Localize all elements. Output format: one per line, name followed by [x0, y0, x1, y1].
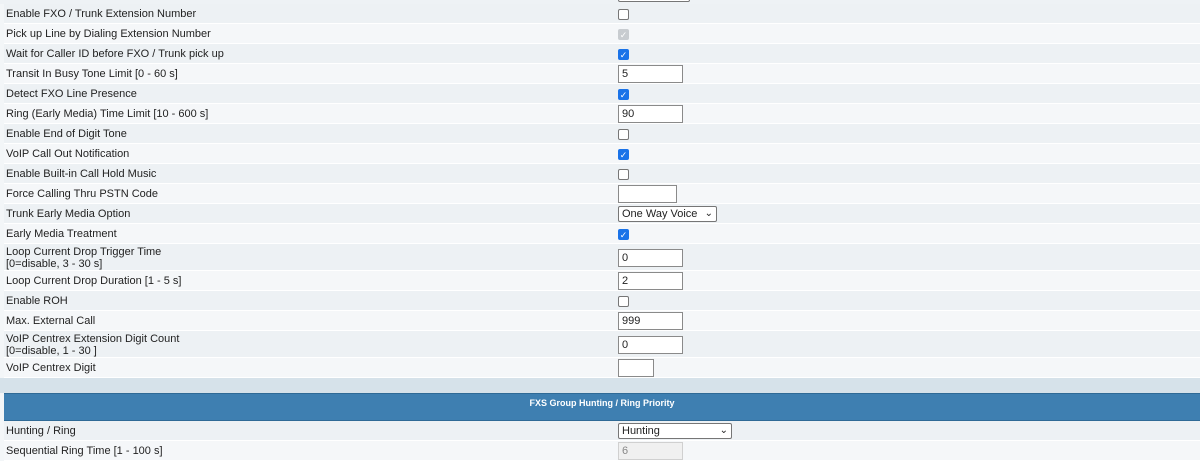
setting-label: Trunk Early Media Option: [6, 208, 130, 220]
setting-row-enable-fxo-trunk-extension-number: Enable FXO / Trunk Extension Number: [4, 4, 1200, 24]
setting-label-text: Enable ROH: [6, 295, 68, 307]
setting-row-max-external-call: Max. External Call 999: [4, 311, 1200, 331]
voip-centrex-extension-digit-count-input[interactable]: 0: [618, 336, 683, 354]
setting-row-sequential-ring-time-1-100-s: Sequential Ring Time [1 - 100 s] 6: [4, 441, 1200, 461]
pick-up-line-by-dialing-extension-number-checkbox: ✓: [618, 29, 629, 40]
setting-row-detect-fxo-line-presence: Detect FXO Line Presence ✓: [4, 84, 1200, 104]
early-media-treatment-checkbox[interactable]: ✓: [618, 229, 629, 240]
setting-label: Transit In Busy Tone Limit [0 - 60 s]: [6, 68, 178, 80]
setting-label: Enable Built-in Call Hold Music: [6, 168, 156, 180]
setting-row-hunting-ring: Hunting / Ring Hunting ⌄: [4, 421, 1200, 441]
enable-built-in-call-hold-music-checkbox[interactable]: [618, 169, 629, 180]
setting-label-range: [0=disable, 1 - 30 ]: [6, 345, 97, 357]
setting-label: VoIP Centrex Digit: [6, 362, 96, 374]
fxs-section-header: FXS Group Hunting / Ring Priority: [4, 393, 1200, 421]
checkmark-icon: ✓: [619, 230, 628, 240]
setting-row-enable-built-in-call-hold-music: Enable Built-in Call Hold Music: [4, 164, 1200, 184]
setting-label-text: Hunting / Ring: [6, 425, 76, 437]
chevron-down-icon: ⌄: [704, 208, 713, 219]
loop-current-drop-trigger-time-input[interactable]: 0: [618, 249, 683, 267]
setting-label: Enable FXO / Trunk Extension Number: [6, 8, 196, 20]
setting-row-wait-for-caller-id-before-fxo-trunk-pick-up: Wait for Caller ID before FXO / Trunk pi…: [4, 44, 1200, 64]
ring-early-media-time-limit-10-600-s-input[interactable]: 90: [618, 105, 683, 123]
hunting-ring-select[interactable]: Hunting ⌄: [618, 423, 732, 439]
setting-label: Hunting / Ring: [6, 425, 76, 437]
setting-label: VoIP Centrex Extension Digit Count [0=dis…: [6, 333, 179, 357]
transit-in-busy-tone-limit-0-60-s-input[interactable]: 5: [618, 65, 683, 83]
setting-label-text: Sequential Ring Time [1 - 100 s]: [6, 445, 163, 457]
setting-label-text: Enable End of Digit Tone: [6, 128, 127, 140]
setting-label-text: Wait for Caller ID before FXO / Trunk pi…: [6, 48, 224, 60]
select-value: Hunting: [622, 425, 660, 437]
setting-row-loop-current-drop-trigger-time: Loop Current Drop Trigger Time [0=disable…: [4, 244, 1200, 271]
fxs-settings-table: Hunting / Ring Hunting ⌄ Sequential Ring Ti…: [4, 421, 1200, 461]
chevron-down-icon: ⌄: [719, 425, 728, 436]
setting-label-text: VoIP Call Out Notification: [6, 148, 130, 160]
setting-label-text: Pick up Line by Dialing Extension Number: [6, 28, 211, 40]
setting-label: Loop Current Drop Trigger Time [0=disable…: [6, 246, 161, 270]
enable-roh-checkbox[interactable]: [618, 296, 629, 307]
setting-row-transit-in-busy-tone-limit-0-60-s: Transit In Busy Tone Limit [0 - 60 s] 5: [4, 64, 1200, 84]
setting-label: VoIP Call Out Notification: [6, 148, 129, 160]
setting-label-text: Early Media Treatment: [6, 228, 117, 240]
loop-current-drop-duration-1-5-s-input[interactable]: 2: [618, 272, 683, 290]
setting-label: Enable End of Digit Tone: [6, 128, 127, 140]
setting-row-force-calling-thru-pstn-code: Force Calling Thru PSTN Code: [4, 184, 1200, 204]
setting-label-text: Loop Current Drop Duration [1 - 5 s]: [6, 275, 182, 287]
setting-label-text: VoIP Centrex Digit: [6, 362, 96, 374]
select-value: One Way Voice: [622, 208, 698, 220]
setting-label-text: Max. External Call: [6, 315, 96, 327]
setting-label: Loop Current Drop Duration [1 - 5 s]: [6, 275, 181, 287]
setting-label-text: Enable Built-in Call Hold Music: [6, 168, 157, 180]
setting-label: Ring (Early Media) Time Limit [10 - 600 …: [6, 108, 208, 120]
max-external-call-input[interactable]: 999: [618, 312, 683, 330]
checkmark-icon: ✓: [619, 50, 628, 60]
setting-row-voip-centrex-extension-digit-count: VoIP Centrex Extension Digit Count [0=dis…: [4, 331, 1200, 358]
fxs-section-title: FXS Group Hunting / Ring Priority: [529, 398, 675, 408]
checkmark-icon: ✓: [619, 30, 628, 40]
enable-end-of-digit-tone-checkbox[interactable]: [618, 129, 629, 140]
setting-label-range: [0=disable, 3 - 30 s]: [6, 258, 103, 270]
setting-label-text: Detect FXO Line Presence: [6, 88, 137, 100]
setting-label: Pick up Line by Dialing Extension Number: [6, 28, 211, 40]
setting-row-voip-centrex-digit: VoIP Centrex Digit: [4, 358, 1200, 378]
setting-label-text: VoIP Centrex Extension Digit Count: [6, 333, 180, 345]
setting-row-enable-end-of-digit-tone: Enable End of Digit Tone: [4, 124, 1200, 144]
enable-fxo-trunk-extension-number-checkbox[interactable]: [618, 9, 629, 20]
setting-row-pick-up-line-by-dialing-extension-number: Pick up Line by Dialing Extension Number…: [4, 24, 1200, 44]
wait-for-caller-id-before-fxo-trunk-pick-up-checkbox[interactable]: ✓: [618, 49, 629, 60]
setting-label: Max. External Call: [6, 315, 95, 327]
setting-label-text: Trunk Early Media Option: [6, 208, 131, 220]
setting-label: Enable ROH: [6, 295, 68, 307]
setting-label: Force Calling Thru PSTN Code: [6, 188, 158, 200]
setting-row-ring-early-media-time-limit-10-600-s: Ring (Early Media) Time Limit [10 - 600 …: [4, 104, 1200, 124]
setting-row-early-media-treatment: Early Media Treatment ✓: [4, 224, 1200, 244]
setting-row-voip-call-out-notification: VoIP Call Out Notification ✓: [4, 144, 1200, 164]
setting-label-text: Ring (Early Media) Time Limit [10 - 600 …: [6, 108, 209, 120]
setting-row-enable-roh: Enable ROH: [4, 291, 1200, 311]
trunk-early-media-option-select[interactable]: One Way Voice ⌄: [618, 206, 717, 222]
sequential-ring-time-1-100-s-input: 6: [618, 442, 683, 460]
detect-fxo-line-presence-checkbox[interactable]: ✓: [618, 89, 629, 100]
previous-row-select[interactable]: [618, 0, 690, 2]
setting-label: Wait for Caller ID before FXO / Trunk pi…: [6, 48, 224, 60]
settings-table: Enable FXO / Trunk Extension Number Pick …: [4, 4, 1200, 378]
setting-row-loop-current-drop-duration-1-5-s: Loop Current Drop Duration [1 - 5 s] 2: [4, 271, 1200, 291]
setting-label: Early Media Treatment: [6, 228, 117, 240]
setting-row-trunk-early-media-option: Trunk Early Media Option One Way Voice ⌄: [4, 204, 1200, 224]
setting-label-text: Transit In Busy Tone Limit [0 - 60 s]: [6, 68, 178, 80]
setting-label: Sequential Ring Time [1 - 100 s]: [6, 445, 163, 457]
setting-label-text: Force Calling Thru PSTN Code: [6, 188, 159, 200]
setting-label-text: Enable FXO / Trunk Extension Number: [6, 8, 197, 20]
setting-label-text: Loop Current Drop Trigger Time: [6, 246, 162, 258]
checkmark-icon: ✓: [619, 150, 628, 160]
setting-label: Detect FXO Line Presence: [6, 88, 137, 100]
force-calling-thru-pstn-code-input[interactable]: [618, 185, 677, 203]
voip-call-out-notification-checkbox[interactable]: ✓: [618, 149, 629, 160]
voip-centrex-digit-input[interactable]: [618, 359, 654, 377]
checkmark-icon: ✓: [619, 90, 628, 100]
section-spacer: [0, 378, 1200, 393]
